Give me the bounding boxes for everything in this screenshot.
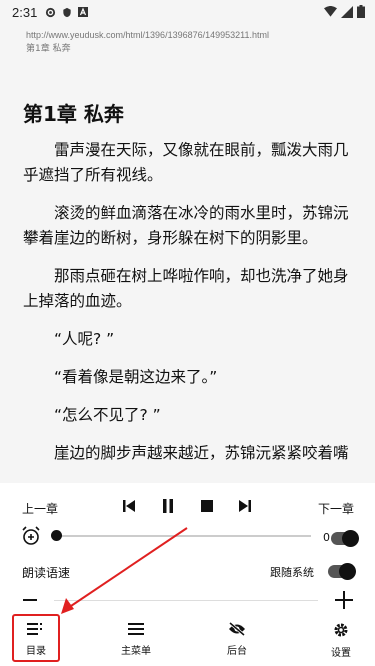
- minus-icon[interactable]: [23, 599, 37, 601]
- follow-system-switch[interactable]: [328, 563, 356, 580]
- page-url: http://www.yeudusk.com/html/1396/1396876…: [26, 30, 269, 40]
- wifi-icon: [324, 5, 337, 17]
- nav-item-settings[interactable]: 设置: [316, 622, 366, 659]
- status-time: 2:31: [12, 4, 38, 20]
- reading-content: 雷声漫在天际，又像就在眼前，瓢泼大雨几乎遮挡了所有视线。 滚烫的鲜血滴落在冰冷的…: [23, 138, 356, 479]
- paragraph: 那雨点砸在树上哗啦作响，却也洗净了她身上掉落的血迹。: [23, 267, 349, 310]
- timer-slider-track[interactable]: [55, 535, 311, 537]
- plus-icon[interactable]: [335, 591, 353, 609]
- paragraph: “怎么不见了? ”: [54, 406, 161, 424]
- timer-row: 0 分钟: [0, 525, 375, 551]
- menu-icon: [128, 623, 144, 635]
- font-a-icon: [78, 7, 89, 17]
- stop-icon[interactable]: [199, 498, 215, 514]
- settings-status-icon: [46, 7, 56, 17]
- speed-label: 朗读语速: [22, 566, 71, 580]
- speed-adjust-row: [0, 587, 375, 613]
- chapter-header-small: 第1章 私奔: [26, 44, 71, 54]
- paragraph: 滚烫的鲜血滴落在冰冷的雨水里时，苏锦沅攀着崖边的断树，身形躲在树下的阴影里。: [23, 204, 349, 247]
- pause-icon[interactable]: [160, 498, 176, 514]
- nav-label: 后台: [227, 646, 247, 657]
- play-protect-icon: [63, 7, 71, 17]
- gear-icon: [334, 623, 348, 637]
- follow-system-label: 跟随系统: [270, 566, 314, 579]
- nav-item-main-menu[interactable]: 主菜单: [111, 622, 161, 657]
- nav-label: 设置: [331, 648, 351, 659]
- timer-switch[interactable]: [331, 530, 359, 547]
- skip-previous-icon[interactable]: [121, 498, 137, 514]
- highlight-box: [12, 614, 60, 662]
- paragraph: 崖边的脚步声越来越近，苏锦沅紧紧咬着嘴: [54, 444, 349, 462]
- paragraph: “人呢? ”: [54, 330, 115, 348]
- playback-controls: 上一章 下一章: [0, 498, 375, 520]
- timer-slider-thumb[interactable]: [51, 530, 62, 541]
- nav-label: 主菜单: [121, 646, 151, 657]
- skip-next-icon[interactable]: [237, 498, 253, 514]
- eye-off-icon: [229, 621, 245, 637]
- speed-slider-track[interactable]: [54, 600, 318, 601]
- battery-icon: [357, 5, 365, 18]
- alarm-add-icon: [22, 526, 40, 545]
- status-bar: 2:31: [0, 0, 375, 24]
- paragraph: “看着像是朝这边来了。”: [54, 368, 218, 386]
- speed-row: 朗读语速 跟随系统: [0, 562, 375, 582]
- paragraph: 雷声漫在天际，又像就在眼前，瓢泼大雨几乎遮挡了所有视线。: [23, 141, 349, 184]
- chapter-title: 第1章 私奔: [23, 102, 124, 126]
- next-chapter-button[interactable]: 下一章: [318, 500, 354, 517]
- prev-chapter-button[interactable]: 上一章: [22, 500, 58, 517]
- signal-icon: [341, 5, 353, 18]
- nav-item-background[interactable]: 后台: [212, 621, 262, 657]
